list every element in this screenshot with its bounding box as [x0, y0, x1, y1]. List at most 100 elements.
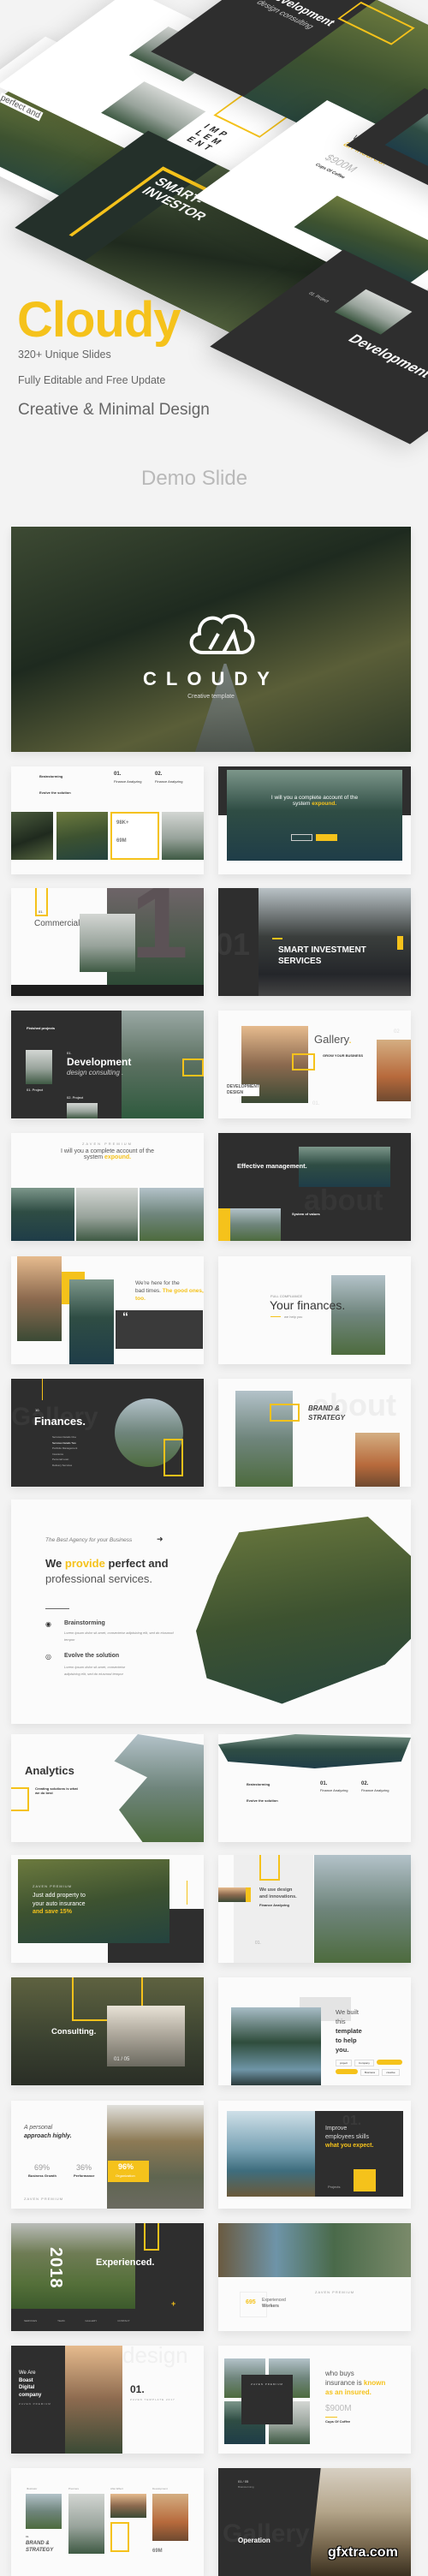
stat-value: 69M: [152, 2549, 163, 2554]
slide-title: Operation: [238, 2537, 270, 2544]
plus-icon: +: [171, 2299, 176, 2308]
menu-item: Delivery Services: [52, 1463, 73, 1467]
section-title: System of values: [292, 1212, 320, 1216]
slide-number: 01.: [130, 2383, 145, 2395]
feature-3: Creative & Minimal Design: [18, 401, 210, 419]
stat-value: 36%: [76, 2163, 92, 2172]
headline: Improve: [325, 2126, 348, 2132]
slide-headline: I will you a complete account of the syst…: [270, 795, 359, 807]
footer-label: ZAVEN PREMIUM: [24, 2197, 64, 2201]
slide-experienced-workers: 695 Experienced Workers ZAVEN PREMIUM: [218, 2223, 411, 2331]
slide-subtitle: ZAVEN TEMPLATE 2017: [130, 2398, 175, 2401]
slide-auto-insurance: ZAVEN PREMIUM Just add property to your a…: [11, 1855, 204, 1963]
slide-improve-skills: 01. Improve employees skills what you expe…: [218, 2101, 411, 2209]
slide-brand-strategy: about BRAND & STRATEGY: [218, 1379, 411, 1487]
slide-subtitle: we help you: [284, 1315, 303, 1319]
slide-portfolio: Illustrator Premiere After Effect Develo…: [11, 2468, 204, 2576]
slide-finances: Gallery 10. Finances. Services Details O…: [11, 1379, 204, 1487]
item-title: Brainstorming: [64, 1620, 105, 1626]
kicker: ZAVEN PREMIUM: [315, 2290, 355, 2294]
col-number: 01.: [114, 772, 122, 777]
project-label: 02. Project: [67, 1095, 84, 1100]
kicker: ZAVEN PREMIUM: [33, 1884, 73, 1888]
item-text: Lorem ipsum dolor sit amet, consectetur …: [64, 1665, 126, 1676]
column-label: After Effect: [110, 2487, 123, 2490]
slide-subtitle: design consulting .: [67, 1069, 124, 1076]
box-title: ZAVEN PREMIUM: [251, 2382, 283, 2386]
kicker: ZAVEN PREMIUM: [19, 2402, 51, 2406]
item-title: Evolve the solution: [247, 1798, 278, 1803]
slide-personal-approach: A personal approach highly. 69% Business …: [11, 2101, 204, 2209]
camera-icon: ◉: [45, 1620, 51, 1628]
item-title: Evolve the solution: [39, 790, 71, 795]
slide-subtitle: GROW YOUR BUSINESS: [323, 1053, 364, 1058]
stat-value: 69M: [116, 838, 127, 844]
slide-title: Consulting.: [51, 2027, 97, 2036]
quote-icon: “: [122, 1309, 128, 1323]
slide-title: Effective management.: [237, 1162, 307, 1170]
headline: We built: [336, 2008, 359, 2016]
tag: Business: [360, 2069, 380, 2076]
nav-item: TEAM: [57, 2319, 65, 2323]
slide-provide-services: The Best Agency for your Business ➜ We p…: [11, 1500, 411, 1724]
column-label: Illustrator: [27, 2487, 38, 2490]
slide-stats: Brainstorming Evolve the solution 01. Fi…: [11, 766, 204, 874]
hero-tagline: Creative template: [187, 694, 235, 700]
stat-label: Performance: [74, 2174, 95, 2178]
slide-subtitle: Finance Analyzing: [259, 1903, 289, 1907]
slide-boast-digital: design We Are Boast Digital company ZAVEN P…: [11, 2346, 204, 2454]
headline: We: [45, 1557, 65, 1570]
stat-value: 69%: [34, 2163, 51, 2172]
tag: [336, 2069, 358, 2074]
col-title: Finance Analyzing: [320, 1788, 348, 1792]
slide-number: 01.: [255, 1941, 261, 1946]
big-number: 1: [131, 888, 188, 980]
slide-consulting: Consulting. 01 / 05: [11, 1977, 204, 2085]
project-label: 01. Project: [27, 1088, 44, 1092]
slide-effective-management: about Effective management. System of va…: [218, 1133, 411, 1241]
slide-operation: Gallery 01 / 05 Brainstorming Operation …: [218, 2468, 411, 2576]
slide-expound-lake: I will you a complete account of the syst…: [218, 766, 411, 874]
tag: DESIGN: [227, 1090, 244, 1095]
slide-title: SMART INVESTMENT: [278, 945, 366, 955]
projects-button: Projects: [328, 2185, 341, 2189]
slide-your-finances: about FULL COMPLIANCE Your finances. we …: [218, 1256, 411, 1364]
headline: I will you a complete account of the: [61, 1148, 154, 1154]
year-label: 2018: [46, 2247, 65, 2289]
label: Finished projects: [27, 1026, 56, 1030]
slide-smart-investment: 01 SMART INVESTMENT SERVICES: [218, 888, 411, 996]
services-menu: Services Details One Services Details Two…: [52, 1434, 77, 1468]
slide-design-innovations: We use design and innovations. Finance An…: [218, 1855, 411, 1963]
target-icon: ◎: [45, 1653, 51, 1661]
stat-label: Organization: [116, 2174, 135, 2178]
hero-slide: CLOUDY Creative template: [11, 527, 411, 752]
slide-title: BRAND &: [26, 2541, 50, 2546]
stat-value: 695: [246, 2299, 256, 2305]
slide-title: Your finances.: [270, 1298, 346, 1312]
pager: 01 / 05: [238, 2479, 249, 2484]
watermark: gfxtra.com: [328, 2545, 398, 2560]
tag: creative: [382, 2069, 400, 2076]
column-label: Premiere: [68, 2487, 80, 2490]
slide-built-template: We built this template to help you. project …: [218, 1977, 411, 2085]
slide-title: Analytics: [25, 1764, 74, 1777]
slide-gallery: DEVELOPMENT DESIGN Gallery. GROW YOUR BUS…: [218, 1011, 411, 1118]
kicker: ZAVEN PREMIUM: [81, 1142, 134, 1146]
slide-nav: SERVICES TEAM GALLERY CONTACT: [24, 2319, 130, 2323]
col-number: 02.: [155, 772, 163, 777]
headline: who buys: [325, 2370, 354, 2377]
feature-2: Fully Editable and Free Update: [18, 374, 166, 386]
item-title: Evolve the solution: [64, 1653, 120, 1659]
col-number: 02.: [361, 1781, 369, 1786]
headline: A personal: [24, 2125, 53, 2131]
demo-slide-label: Demo Slide: [141, 467, 248, 490]
slide-title: Gallery: [314, 1033, 349, 1046]
item-text: Lorem ipsum dolor sit amet, consectetur …: [64, 1631, 174, 1642]
column-label: Development: [152, 2487, 168, 2490]
stat-value: 96%: [118, 2162, 134, 2171]
menu-item: Services Details One: [52, 1435, 77, 1439]
item-title: Brainstorming: [247, 1782, 270, 1786]
nav-item: GALLERY: [85, 2319, 98, 2323]
col-title: Finance Analyzing: [361, 1788, 389, 1792]
pager: 01 / 05: [114, 2057, 130, 2062]
